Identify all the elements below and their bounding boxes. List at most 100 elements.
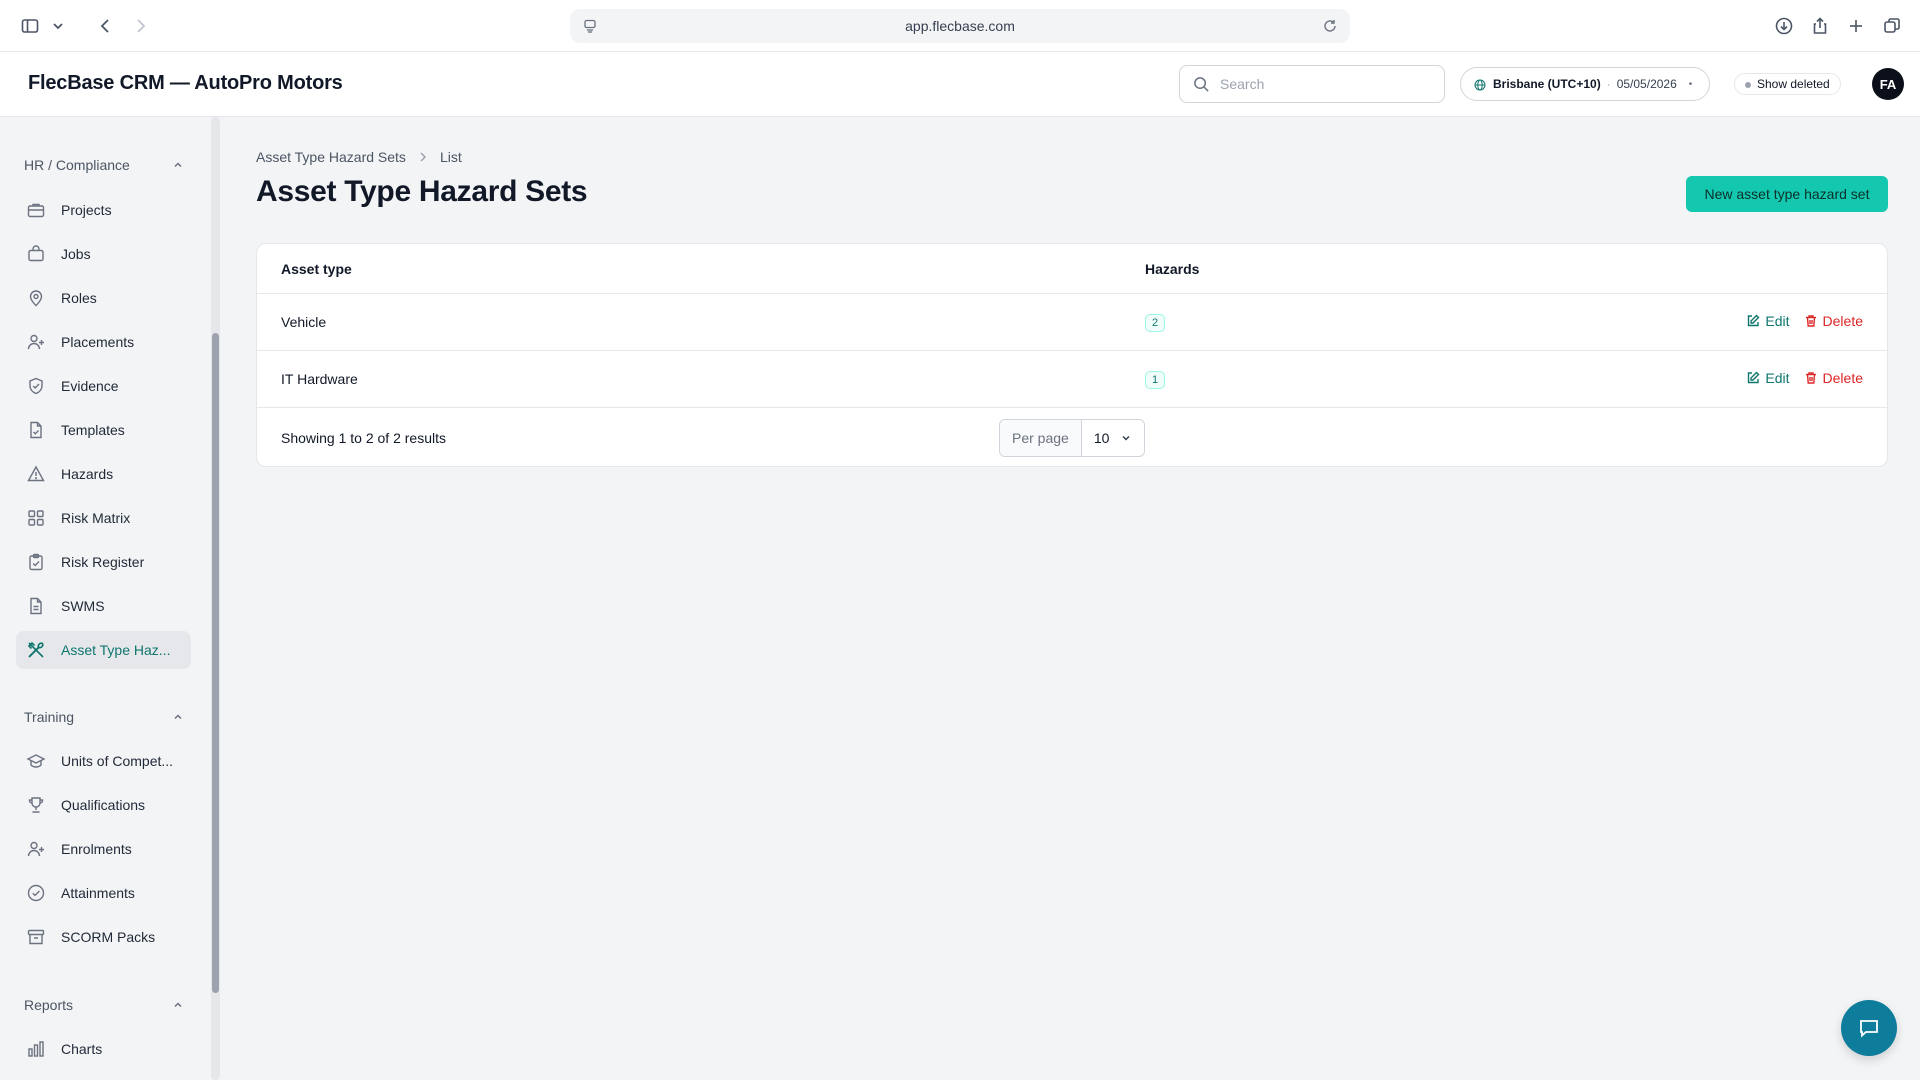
table-footer: Showing 1 to 2 of 2 results Per page 10	[257, 408, 1887, 466]
sidebar-item-enrolments[interactable]: Enrolments	[16, 830, 191, 868]
download-icon[interactable]	[1772, 12, 1796, 40]
sidebar-item-label: Units of Compet...	[61, 753, 174, 769]
sidebar-toggle-icon[interactable]	[18, 12, 42, 40]
asset-type-cell: IT Hardware	[281, 371, 358, 387]
sidebar-item-scorm-packs[interactable]: SCORM Packs	[16, 918, 191, 956]
address-bar[interactable]: app.flecbase.com	[570, 9, 1350, 43]
map-pin-icon	[29, 290, 43, 307]
sidebar-item-label: SCORM Packs	[61, 929, 156, 945]
nav-group-reports[interactable]: Reports	[24, 997, 184, 1013]
new-asset-type-hazard-set-button[interactable]: New asset type hazard set	[1686, 176, 1888, 212]
sidebar-item-qualifications[interactable]: Qualifications	[16, 786, 191, 824]
results-summary: Showing 1 to 2 of 2 results	[281, 430, 446, 446]
delete-button[interactable]: Delete	[1804, 313, 1863, 329]
sidebar-item-label: Placements	[61, 334, 135, 350]
sidebar-item-label: Qualifications	[61, 797, 146, 813]
sidebar-item-attainments[interactable]: Attainments	[16, 874, 191, 912]
delete-button[interactable]: Delete	[1804, 370, 1863, 386]
table-row[interactable]: IT Hardware 1 Edit Delete	[257, 351, 1887, 408]
document-check-icon	[30, 421, 42, 439]
user-plus-icon	[27, 334, 44, 350]
sidebar-item-label: Hazards	[61, 466, 114, 482]
nav-group-training[interactable]: Training	[24, 709, 184, 725]
site-settings-icon[interactable]	[582, 18, 598, 34]
chat-button[interactable]	[1841, 1000, 1897, 1056]
edit-icon	[1748, 314, 1760, 327]
reload-icon[interactable]	[1322, 18, 1338, 34]
nav-group-hr-compliance[interactable]: HR / Compliance	[24, 157, 184, 173]
row-actions: Edit Delete	[1746, 313, 1863, 329]
shield-check-icon	[29, 377, 43, 395]
app-title: FlecBase CRM — AutoPro Motors	[28, 72, 343, 94]
bar-chart-icon	[28, 1041, 44, 1057]
sidebar-item-label: Risk Matrix	[61, 510, 131, 526]
briefcase-icon	[27, 203, 45, 218]
graduation-cap-icon	[26, 754, 46, 768]
chevron-up-icon	[174, 162, 182, 168]
sidebar-item-label: Roles	[61, 290, 97, 306]
url-text: app.flecbase.com	[905, 18, 1015, 34]
grid-icon	[28, 510, 44, 526]
sidebar-scrollbar-thumb[interactable]	[212, 333, 219, 993]
search-input[interactable]: Search	[1179, 65, 1445, 103]
current-date: 05/05/2026	[1616, 77, 1677, 91]
sidebar-item-label: Risk Register	[61, 554, 145, 570]
breadcrumb-item-parent[interactable]: Asset Type Hazard Sets	[256, 149, 406, 165]
edit-button[interactable]: Edit	[1746, 370, 1790, 386]
archive-box-icon	[27, 929, 45, 945]
warning-triangle-icon	[27, 465, 45, 482]
sidebar-item-label: Templates	[61, 422, 125, 438]
per-page-label: Per page	[1000, 420, 1082, 456]
browser-toolbar: app.flecbase.com	[0, 0, 1920, 52]
sidebar-item-projects[interactable]: Projects	[16, 191, 191, 229]
sidebar-item-placements[interactable]: Placements	[16, 323, 191, 361]
trash-icon	[1805, 372, 1816, 384]
edit-button[interactable]: Edit	[1746, 313, 1790, 329]
asset-type-hazard-sets-table: Asset type Hazards Vehicle 2 Edit Delete…	[256, 243, 1888, 467]
share-icon[interactable]	[1808, 12, 1832, 40]
forward-arrow-icon[interactable]	[128, 12, 152, 40]
main-content: Asset Type Hazard Sets List Asset Type H…	[222, 117, 1920, 1080]
per-page-selected: 10	[1093, 430, 1110, 446]
avatar[interactable]: FA	[1872, 68, 1904, 100]
clipboard-check-icon	[29, 553, 43, 571]
sidebar-item-roles[interactable]: Roles	[16, 279, 191, 317]
caret-icon: •	[1688, 78, 1693, 90]
sidebar-item-units-of-competency[interactable]: Units of Compet...	[16, 742, 191, 780]
nav-group-title: Training	[24, 709, 75, 725]
sidebar-item-label: Charts	[61, 1041, 103, 1057]
sidebar-item-evidence[interactable]: Evidence	[16, 367, 191, 405]
sidebar-item-label: Projects	[61, 202, 112, 218]
timezone-date-selector[interactable]: Brisbane (UTC+10) · 05/05/2026 •	[1460, 67, 1710, 101]
sidebar-item-risk-matrix[interactable]: Risk Matrix	[16, 499, 191, 537]
delete-label: Delete	[1822, 313, 1863, 329]
sidebar-item-jobs[interactable]: Jobs	[16, 235, 191, 273]
sidebar-item-hazards[interactable]: Hazards	[16, 455, 191, 493]
sidebar-item-risk-register[interactable]: Risk Register	[16, 543, 191, 581]
check-circle-icon	[27, 884, 45, 902]
back-arrow-icon[interactable]	[94, 12, 118, 40]
table-row[interactable]: Vehicle 2 Edit Delete	[257, 294, 1887, 351]
document-icon	[30, 597, 42, 615]
sidebar-item-charts[interactable]: Charts	[16, 1030, 191, 1068]
user-plus-icon	[27, 841, 44, 857]
sidebar-item-swms[interactable]: SWMS	[16, 587, 191, 625]
app-header: FlecBase CRM — AutoPro Motors Search Bri…	[0, 52, 1920, 117]
sidebar-item-templates[interactable]: Templates	[16, 411, 191, 449]
per-page-select[interactable]: Per page 10	[999, 419, 1145, 457]
show-deleted-toggle[interactable]: Show deleted	[1734, 73, 1841, 95]
sidebar-item-asset-type-hazards[interactable]: Asset Type Haz...	[16, 631, 191, 669]
per-page-value[interactable]: 10	[1082, 420, 1144, 456]
chevron-down-icon[interactable]	[48, 12, 68, 40]
tab-overview-icon[interactable]	[1880, 12, 1904, 40]
page-title: Asset Type Hazard Sets	[256, 175, 588, 208]
table-header: Asset type Hazards	[257, 244, 1887, 294]
search-icon	[1194, 77, 1209, 92]
column-header-hazards[interactable]: Hazards	[1145, 261, 1199, 277]
sidebar-item-label: Jobs	[61, 246, 91, 262]
column-header-asset-type[interactable]: Asset type	[281, 261, 352, 277]
new-tab-icon[interactable]	[1844, 12, 1868, 40]
separator-dot: ·	[1606, 77, 1611, 91]
sidebar-item-label: Attainments	[61, 885, 135, 901]
wrench-screwdriver-icon	[27, 641, 44, 658]
